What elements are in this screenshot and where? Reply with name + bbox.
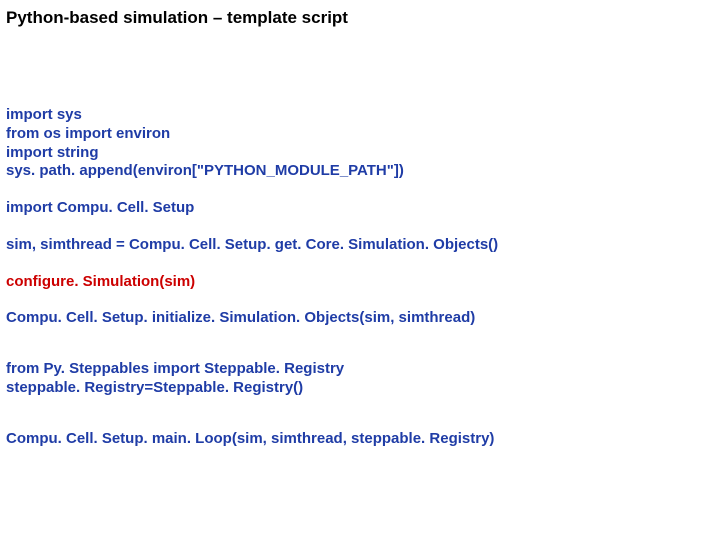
code-line: Compu. Cell. Setup. initialize. Simulati… [6,309,714,328]
code-line: sim, simthread = Compu. Cell. Setup. get… [6,236,714,255]
code-line-highlight: configure. Simulation(sim) [6,273,714,292]
code-line: sys. path. append(environ["PYTHON_MODULE… [6,162,714,181]
code-line: Compu. Cell. Setup. main. Loop(sim, simt… [6,430,714,449]
code-line: from os import environ [6,125,714,144]
slide: Python-based simulation – template scrip… [0,0,720,456]
code-line: from Py. Steppables import Steppable. Re… [6,360,714,379]
code-line: steppable. Registry=Steppable. Registry(… [6,379,714,398]
slide-title: Python-based simulation – template scrip… [6,8,714,28]
code-line: import sys [6,106,714,125]
code-line: import string [6,144,714,163]
code-block: import sys from os import environ import… [6,106,714,448]
code-line: import Compu. Cell. Setup [6,199,714,218]
